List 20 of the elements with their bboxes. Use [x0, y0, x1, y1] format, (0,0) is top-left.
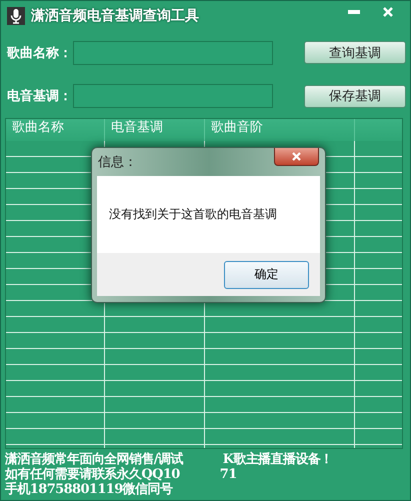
- dialog-message: 没有找到关于这首歌的电音基调: [109, 206, 277, 223]
- input-field[interactable]: [73, 84, 273, 108]
- dialog-title: 信息：: [98, 154, 137, 171]
- close-icon: [383, 6, 393, 17]
- contact-text: K歌主播直播设备！: [222, 452, 333, 467]
- microphone-icon: [7, 6, 25, 25]
- close-icon: [292, 152, 301, 161]
- ok-button[interactable]: 确定: [224, 260, 309, 288]
- action-button[interactable]: 查询基调: [304, 41, 406, 64]
- contact-text: 手机18758801119微信同号: [5, 482, 172, 497]
- field-label: 电音基调：: [7, 88, 73, 106]
- contact-text: 潇洒音频常年面向全网销售/调试: [5, 452, 183, 467]
- input-field[interactable]: [73, 40, 273, 65]
- field-label: 歌曲名称：: [7, 44, 73, 62]
- contact-text: 如有任何需要请联系永久QQ10: [5, 467, 180, 482]
- window-title: 潇洒音频电音基调查询工具: [31, 6, 200, 25]
- action-button[interactable]: 保存基调: [304, 84, 406, 108]
- close-button[interactable]: [274, 148, 319, 166]
- minimize-icon: [348, 10, 360, 14]
- contact-text: 71: [220, 467, 237, 482]
